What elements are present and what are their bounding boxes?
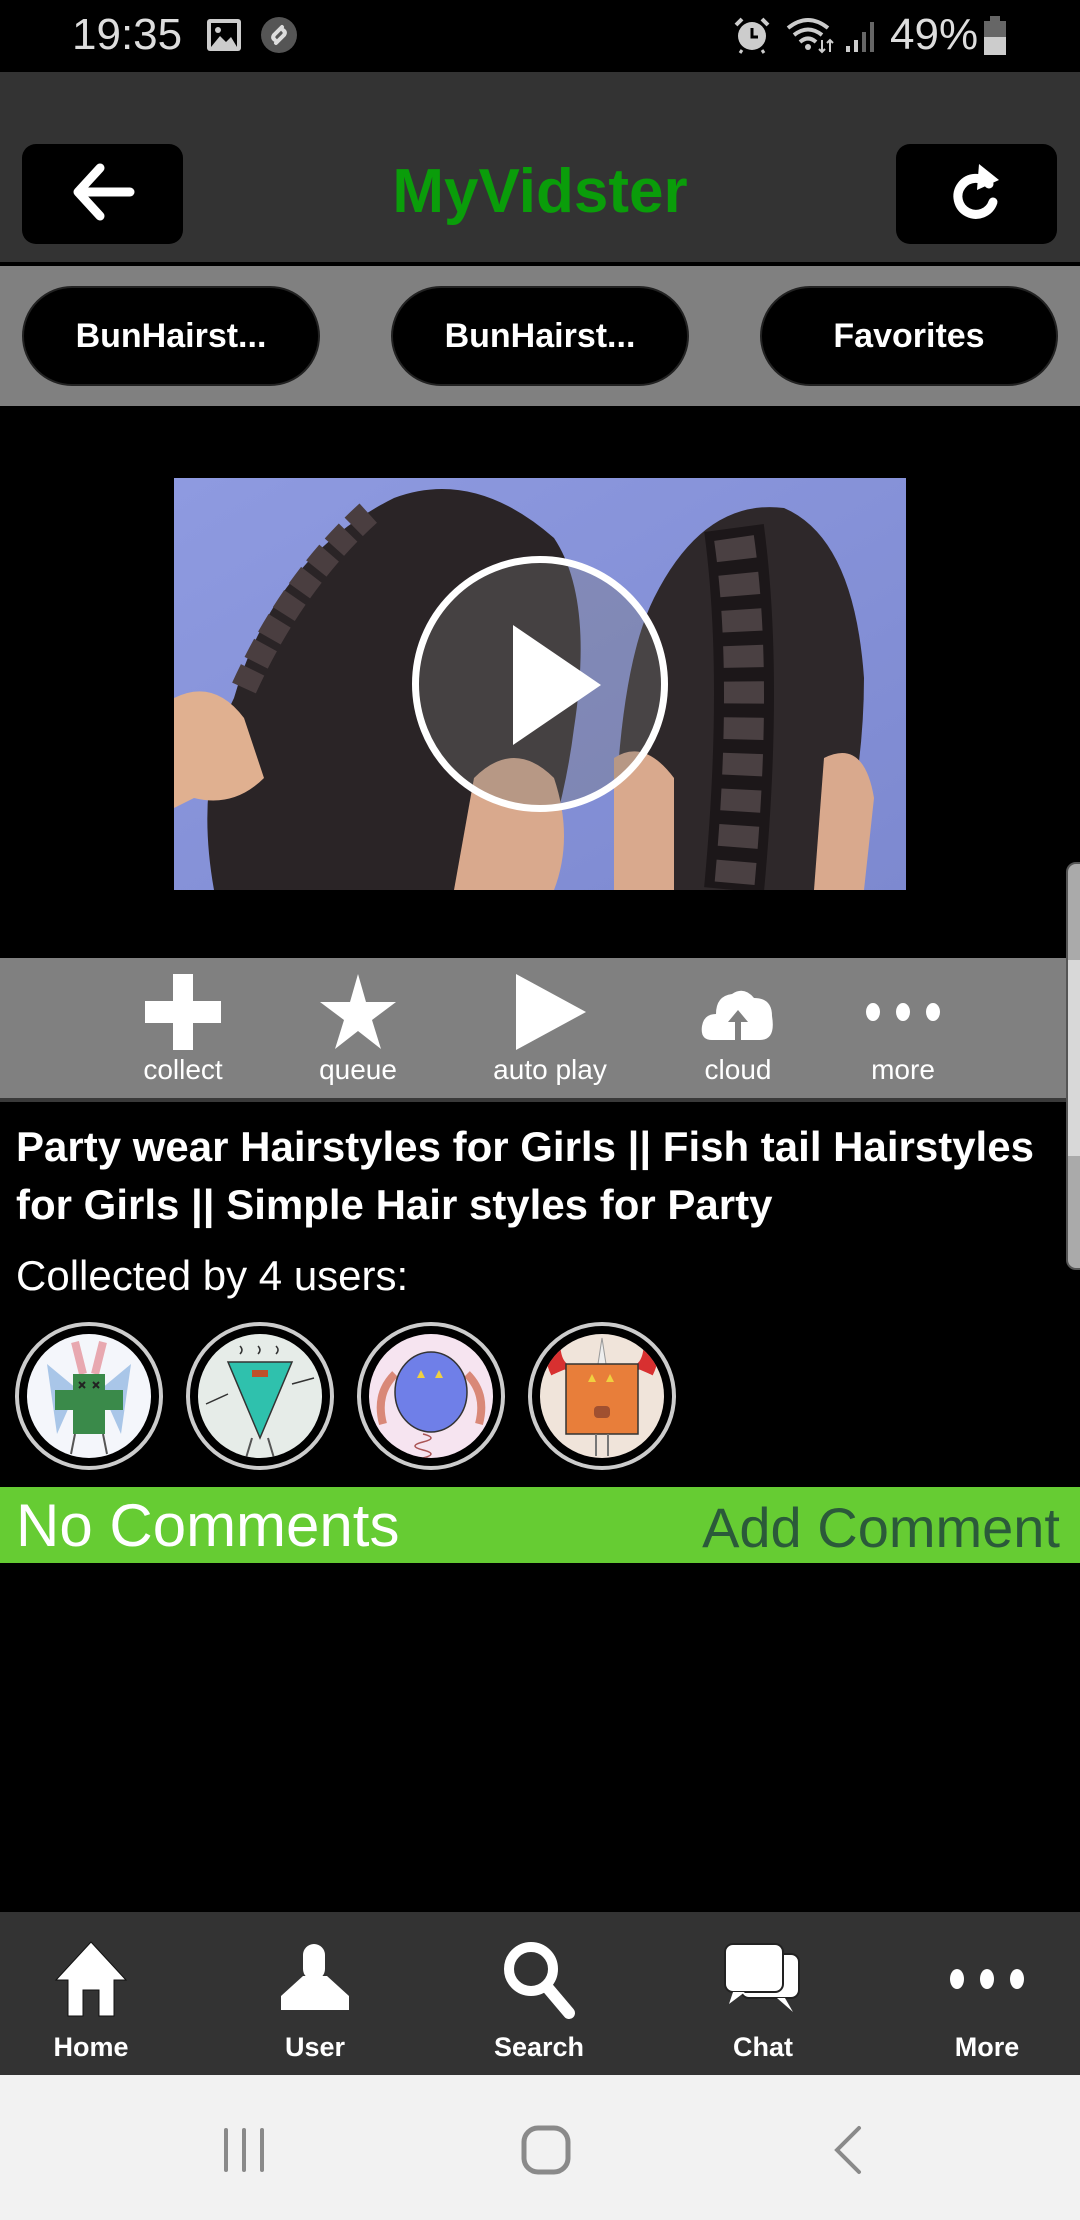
nav-search-label: Search [493, 2032, 585, 2062]
recents-icon[interactable] [204, 2115, 284, 2185]
play-circle-icon[interactable] [412, 556, 668, 812]
blue-round-monster-avatar [369, 1334, 493, 1458]
status-bar: 19:35 49% [0, 0, 1080, 72]
ellipsis-icon [828, 974, 978, 1050]
collection-tabs: BunHairst... BunHairst... Favorites [0, 266, 1080, 406]
video-action-bar: collect queue auto play cloud more [0, 958, 1068, 1102]
video-player-area [0, 406, 1080, 958]
chat-icon [683, 1934, 843, 2024]
video-title: Party wear Hairstyles for Girls || Fish … [16, 1123, 1034, 1228]
add-comment-button[interactable]: Add Comment [702, 1495, 1060, 1560]
collector-avatar[interactable] [186, 1322, 334, 1470]
edge-panel-handle[interactable] [1066, 862, 1080, 1270]
signal-icon [844, 18, 880, 59]
nav-search[interactable]: Search [459, 1934, 619, 2063]
cloud-upload-icon [663, 974, 813, 1050]
auto-play-label: auto play [493, 1054, 607, 1085]
status-time: 19:35 [72, 10, 183, 59]
battery-percent: 49% [890, 10, 979, 59]
comments-bar: No Comments Add Comment [0, 1487, 1080, 1563]
system-nav-bar [0, 2075, 1080, 2220]
home-button-icon[interactable] [506, 2115, 586, 2185]
collected-by-label: Collected by 4 users: [16, 1252, 409, 1299]
orange-square-crab-monster-avatar [540, 1334, 664, 1458]
alarm-icon [732, 16, 772, 59]
tab-favorites[interactable]: Favorites [760, 286, 1058, 386]
app-header: MyVidster [0, 72, 1080, 262]
user-icon [235, 1934, 395, 2024]
nav-chat-label: Chat [733, 2032, 793, 2062]
auto-play-button[interactable]: auto play [475, 974, 625, 1086]
cloud-label: cloud [704, 1054, 772, 1085]
comments-status: No Comments [16, 1492, 400, 1559]
play-icon [475, 974, 625, 1050]
nav-home[interactable]: Home [11, 1934, 171, 2063]
collector-avatar[interactable] [528, 1322, 676, 1470]
teal-triangle-monster-avatar [198, 1334, 322, 1458]
queue-label: queue [319, 1054, 397, 1085]
queue-button[interactable]: queue [283, 974, 433, 1086]
nav-user[interactable]: User [235, 1934, 395, 2063]
star-icon [283, 974, 433, 1050]
refresh-icon [949, 160, 1005, 229]
gallery-icon [206, 18, 242, 57]
more-button[interactable]: more [828, 974, 978, 1086]
bottom-nav: Home User Search Chat More [0, 1912, 1080, 2075]
shazam-icon [260, 16, 298, 59]
tab-bunhairstyles-1[interactable]: BunHairst... [22, 286, 320, 386]
collect-label: collect [143, 1054, 223, 1085]
wifi-icon [786, 16, 836, 61]
collector-avatar[interactable] [15, 1322, 163, 1470]
collect-button[interactable]: collect [108, 974, 258, 1086]
tab-bunhairstyles-2[interactable]: BunHairst... [391, 286, 689, 386]
collector-avatar[interactable] [357, 1322, 505, 1470]
green-bunny-monster-avatar [27, 1334, 151, 1458]
home-icon [11, 1934, 171, 2024]
plus-icon [108, 974, 258, 1050]
cloud-button[interactable]: cloud [663, 974, 813, 1086]
battery-icon [982, 16, 1008, 61]
nav-home-label: Home [53, 2032, 129, 2062]
nav-more[interactable]: More [907, 1934, 1067, 2063]
refresh-button[interactable] [896, 144, 1057, 244]
search-icon [459, 1934, 619, 2024]
nav-more-label: More [954, 2032, 1020, 2062]
nav-user-label: User [284, 2032, 346, 2062]
more-label: more [871, 1054, 935, 1085]
nav-chat[interactable]: Chat [683, 1934, 843, 2063]
video-thumbnail[interactable] [174, 478, 906, 890]
back-icon[interactable] [808, 2115, 888, 2185]
more-icon [907, 1934, 1067, 2024]
